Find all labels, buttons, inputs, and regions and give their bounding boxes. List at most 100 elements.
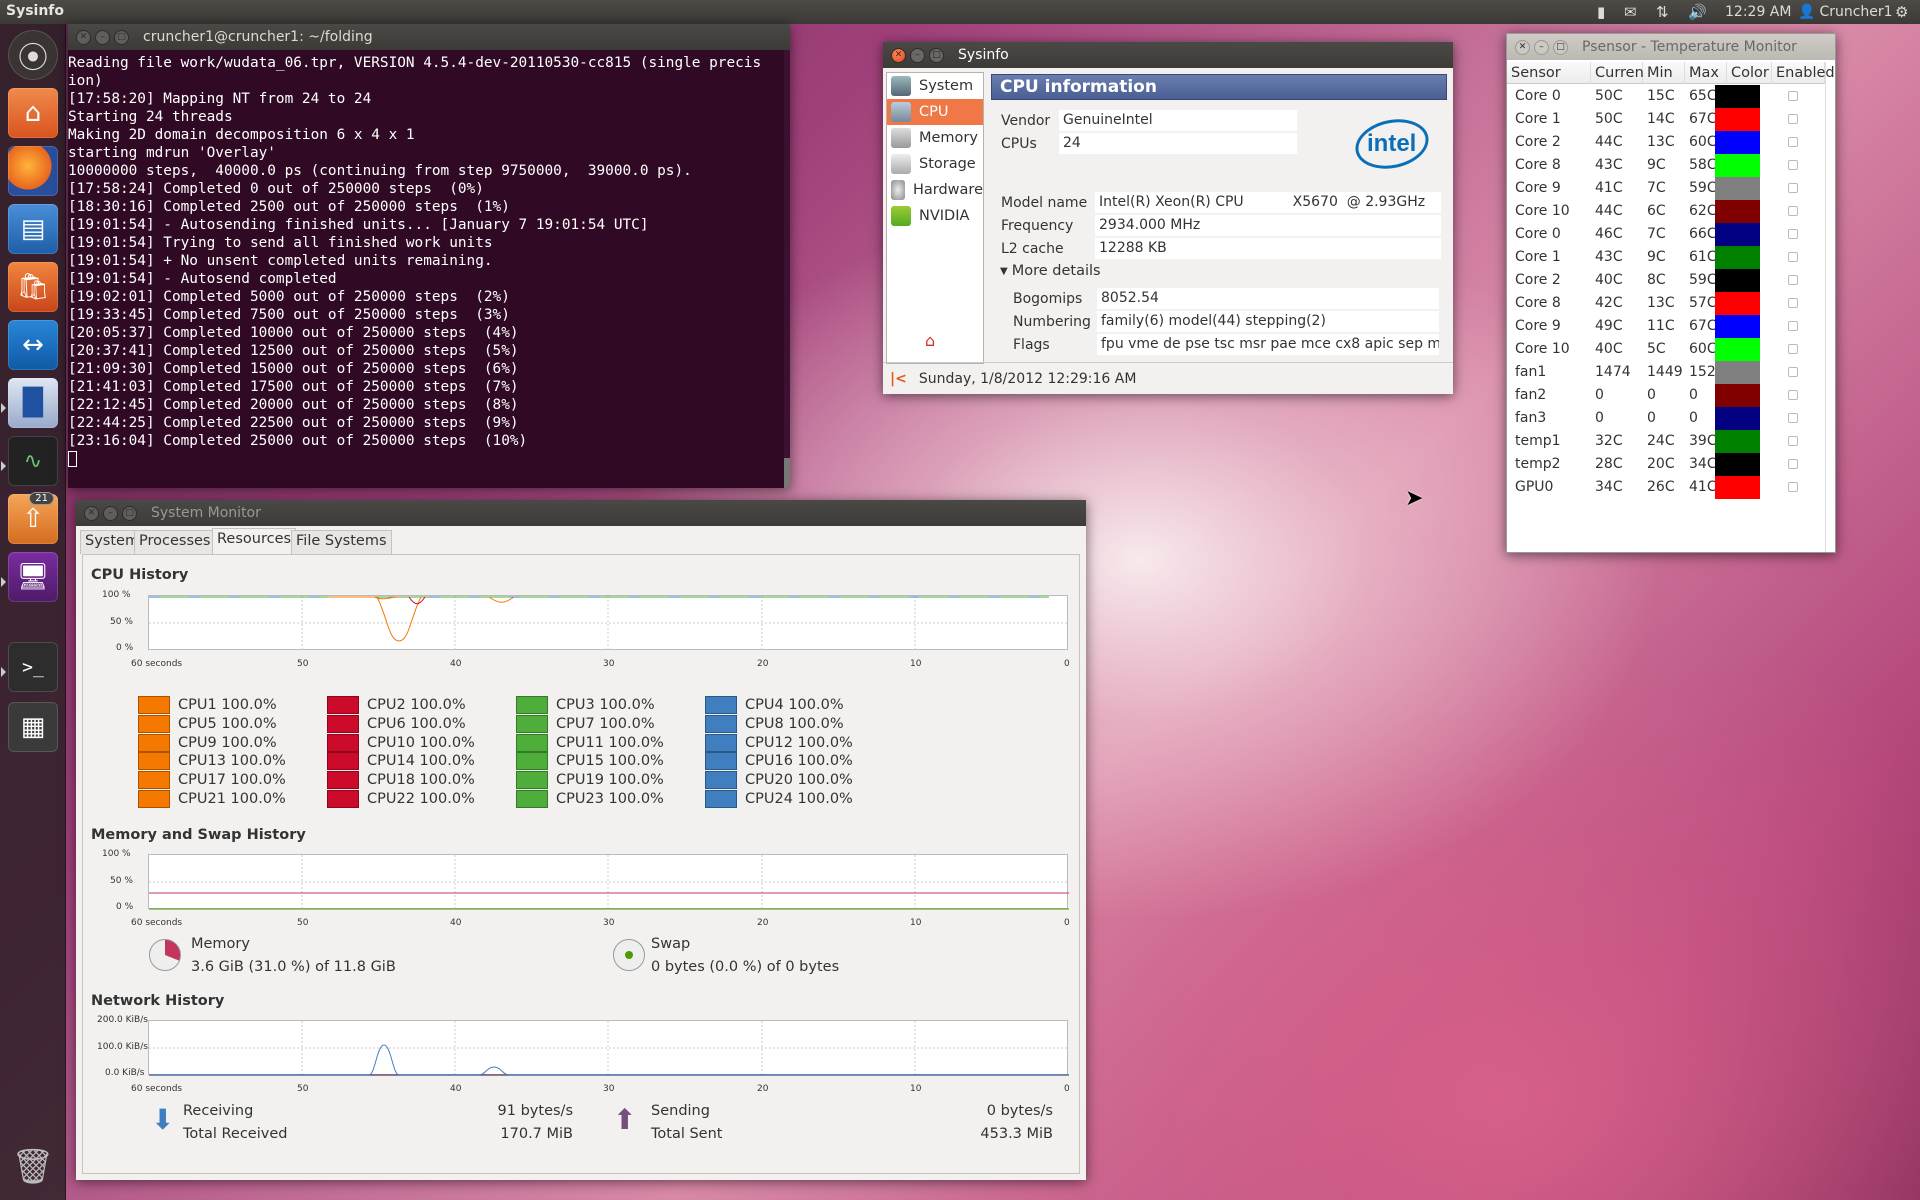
cpu-legend-item[interactable]: CPU21 100.0% (138, 790, 286, 808)
writer-icon[interactable]: ▤ (8, 204, 58, 254)
sidebar-item-cpu[interactable]: CPU (887, 99, 983, 125)
sensor-row[interactable]: Core 2 44C 13C 60C (1507, 131, 1825, 154)
sensor-list-scrollbar[interactable] (1825, 62, 1835, 552)
cpu-legend-item[interactable]: CPU11 100.0% (516, 733, 664, 752)
sensor-row[interactable]: fan2 0 0 0 (1507, 384, 1825, 407)
sensor-row[interactable]: Core 2 40C 8C 59C (1507, 269, 1825, 292)
dash-icon[interactable]: ⦿ (8, 30, 58, 80)
sensor-color-swatch[interactable] (1715, 154, 1760, 177)
cpu-color-swatch[interactable] (327, 752, 359, 771)
sensor-row[interactable]: Core 0 50C 15C 65C (1507, 85, 1825, 108)
cpu-legend-item[interactable]: CPU19 100.0% (516, 771, 664, 790)
cpu-color-swatch[interactable] (138, 790, 170, 808)
cpu-legend-item[interactable]: CPU24 100.0% (705, 790, 853, 808)
sensor-row[interactable]: Core 9 41C 7C 59C (1507, 177, 1825, 200)
maximize-button[interactable]: □ (929, 47, 944, 63)
sensor-color-swatch[interactable] (1715, 200, 1760, 223)
close-button[interactable]: ✕ (76, 29, 91, 45)
cpu-color-swatch[interactable] (138, 771, 170, 790)
clock[interactable]: 12:29 AM (1725, 2, 1791, 22)
tab-processes[interactable]: Processes (134, 530, 216, 554)
close-button[interactable]: ✕ (1515, 39, 1530, 55)
home-folder-icon[interactable]: ⌂ (8, 88, 58, 138)
sensor-row[interactable]: Core 10 40C 5C 60C (1507, 338, 1825, 361)
cpu-legend-item[interactable]: CPU18 100.0% (327, 771, 475, 790)
update-manager-icon[interactable]: ⇧ 21 (8, 492, 58, 544)
cpu-color-swatch[interactable] (327, 714, 359, 733)
sensor-color-swatch[interactable] (1715, 315, 1760, 338)
maximize-button[interactable]: □ (122, 505, 137, 521)
column-header-current[interactable]: Current (1591, 62, 1649, 84)
cpu-color-swatch[interactable] (705, 790, 737, 808)
cpu-legend-item[interactable]: CPU8 100.0% (705, 714, 844, 733)
cpu-color-swatch[interactable] (705, 752, 737, 771)
sensor-enabled-checkbox[interactable] (1788, 114, 1798, 124)
tab-resources[interactable]: Resources (212, 528, 297, 554)
cpu-color-swatch[interactable] (327, 771, 359, 790)
sensor-enabled-checkbox[interactable] (1788, 482, 1798, 492)
sensor-color-swatch[interactable] (1715, 476, 1760, 499)
sensor-color-swatch[interactable] (1715, 223, 1760, 246)
cpu-legend-item[interactable]: CPU3 100.0% (516, 696, 655, 714)
sensor-color-swatch[interactable] (1715, 177, 1760, 200)
sensor-row[interactable]: fan3 0 0 0 (1507, 407, 1825, 430)
column-header-max[interactable]: Max (1685, 62, 1727, 84)
cpu-color-swatch[interactable] (138, 733, 170, 752)
sensor-row[interactable]: Core 9 49C 11C 67C (1507, 315, 1825, 338)
sensor-row[interactable]: Core 0 46C 7C 66C (1507, 223, 1825, 246)
system-monitor-icon[interactable]: ∿ (8, 436, 58, 486)
column-header-color[interactable]: Color (1727, 62, 1772, 84)
close-button[interactable]: ✕ (84, 505, 99, 521)
sensor-color-swatch[interactable] (1715, 338, 1760, 361)
cpu-color-swatch[interactable] (516, 752, 548, 771)
cpu-color-swatch[interactable] (705, 771, 737, 790)
cpu-legend-item[interactable]: CPU15 100.0% (516, 752, 664, 771)
column-header-min[interactable]: Min (1643, 62, 1685, 84)
cpu-legend-item[interactable]: CPU2 100.0% (327, 696, 466, 714)
sensor-color-swatch[interactable] (1715, 453, 1760, 476)
home-icon[interactable]: ⌂ (925, 331, 935, 350)
cpu-legend-item[interactable]: CPU5 100.0% (138, 714, 277, 733)
thermometer-icon[interactable]: █ (8, 378, 58, 428)
minimize-button[interactable]: – (910, 47, 925, 63)
cpu-color-swatch[interactable] (705, 733, 737, 752)
cpu-legend-item[interactable]: CPU6 100.0% (327, 714, 466, 733)
cpu-legend-item[interactable]: CPU17 100.0% (138, 771, 286, 790)
terminal-icon[interactable]: >_ (8, 642, 58, 692)
workspace-icon[interactable]: ▦ (8, 702, 58, 752)
cpu-legend-item[interactable]: CPU10 100.0% (327, 733, 475, 752)
terminal-window[interactable]: ✕ – □ cruncher1@cruncher1: ~/folding Rea… (68, 24, 790, 488)
sensor-color-swatch[interactable] (1715, 361, 1760, 384)
receiving-arrow-icon[interactable]: ⬇ (151, 1103, 174, 1136)
sensor-enabled-checkbox[interactable] (1788, 390, 1798, 400)
maximize-button[interactable]: □ (114, 29, 129, 45)
gear-icon[interactable]: ⚙ (1895, 2, 1908, 22)
sensor-row[interactable]: temp1 32C 24C 39C (1507, 430, 1825, 453)
sensor-enabled-checkbox[interactable] (1788, 275, 1798, 285)
minimize-button[interactable]: – (103, 505, 118, 521)
psensor-window[interactable]: ✕ – □ Psensor - Temperature Monitor Sens… (1506, 33, 1836, 553)
sysinfo-window[interactable]: ✕ – □ Sysinfo System CPU Memory Storage … (883, 42, 1453, 394)
tab-file-systems[interactable]: File Systems (291, 530, 392, 554)
system-monitor-window[interactable]: ✕ – □ System Monitor System Processes Re… (76, 500, 1086, 1180)
sensor-enabled-checkbox[interactable] (1788, 367, 1798, 377)
volume-icon[interactable]: 🔊 (1688, 2, 1707, 22)
cpu-legend-item[interactable]: CPU9 100.0% (138, 733, 277, 752)
sensor-enabled-checkbox[interactable] (1788, 183, 1798, 193)
sensor-row[interactable]: Core 10 44C 6C 62C (1507, 200, 1825, 223)
sensor-row[interactable]: Core 1 43C 9C 61C (1507, 246, 1825, 269)
sidebar-item-nvidia[interactable]: NVIDIA (887, 203, 983, 229)
psensor-titlebar[interactable]: ✕ – □ Psensor - Temperature Monitor (1507, 34, 1835, 60)
sensor-enabled-checkbox[interactable] (1788, 137, 1798, 147)
cpu-legend-item[interactable]: CPU4 100.0% (705, 696, 844, 714)
sensor-row[interactable]: temp2 28C 20C 34C (1507, 453, 1825, 476)
cpu-legend-item[interactable]: CPU1 100.0% (138, 696, 277, 714)
terminal-titlebar[interactable]: ✕ – □ cruncher1@cruncher1: ~/folding (68, 24, 790, 50)
sensor-color-swatch[interactable] (1715, 85, 1760, 108)
sensor-row[interactable]: Core 8 43C 9C 58C (1507, 154, 1825, 177)
sensor-enabled-checkbox[interactable] (1788, 298, 1798, 308)
sensor-color-swatch[interactable] (1715, 269, 1760, 292)
back-icon[interactable]: |< (890, 371, 907, 387)
close-button[interactable]: ✕ (891, 47, 906, 63)
sensor-enabled-checkbox[interactable] (1788, 160, 1798, 170)
